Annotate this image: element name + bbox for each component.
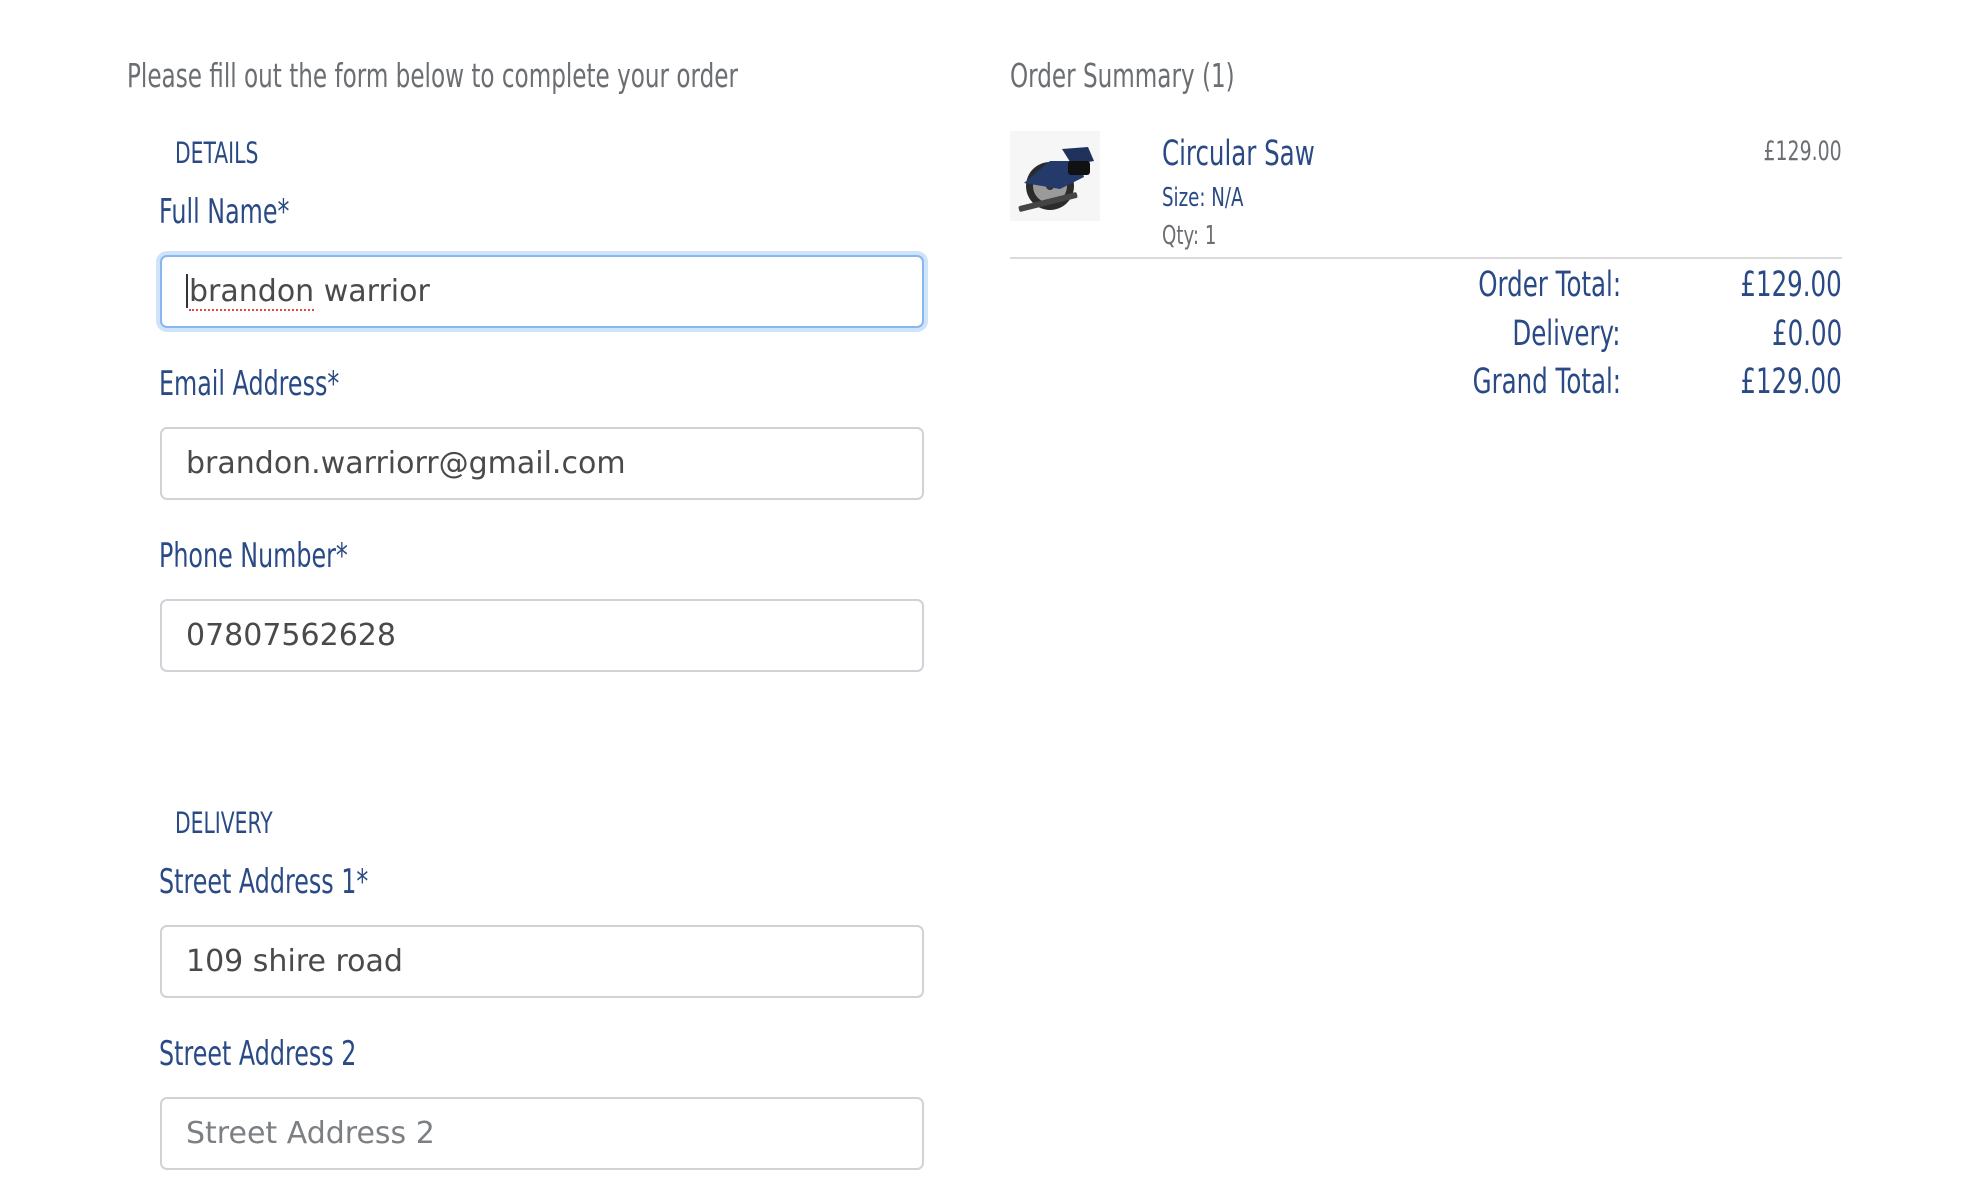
full-name-input[interactable]: brandon warrior — [160, 255, 924, 328]
circular-saw-image[interactable] — [1010, 131, 1100, 221]
street1-value: 109 shire road — [186, 944, 403, 979]
spellcheck-word: brandon — [189, 274, 315, 311]
form-intro-text: Please fill out the form below to comple… — [127, 56, 738, 95]
item-qty: Qty: 1 — [1162, 221, 1217, 251]
phone-input[interactable]: 07807562628 — [160, 599, 924, 672]
item-name[interactable]: Circular Saw — [1162, 134, 1315, 174]
phone-label: Phone Number* — [159, 536, 348, 576]
delivery-section-title: DELIVERY — [175, 806, 273, 840]
email-value: brandon.warriorr@gmail.com — [186, 446, 626, 481]
order-total-label: Order Total: — [1478, 265, 1621, 305]
street2-input[interactable]: Street Address 2 — [160, 1097, 924, 1170]
street2-label: Street Address 2 — [159, 1034, 357, 1074]
street1-input[interactable]: 109 shire road — [160, 925, 924, 998]
grand-total-label: Grand Total: — [1472, 362, 1621, 402]
full-name-label: Full Name* — [159, 192, 290, 232]
item-size: Size: N/A — [1162, 183, 1244, 213]
phone-value: 07807562628 — [186, 618, 396, 653]
email-label: Email Address* — [159, 364, 340, 404]
full-name-value-rest: warrior — [314, 274, 430, 309]
summary-divider — [1010, 257, 1842, 259]
delivery-value: £0.00 — [1771, 314, 1842, 354]
email-input[interactable]: brandon.warriorr@gmail.com — [160, 427, 924, 500]
delivery-label: Delivery: — [1512, 314, 1621, 354]
grand-total-value: £129.00 — [1740, 362, 1842, 402]
street1-label: Street Address 1* — [159, 862, 369, 902]
item-price: £129.00 — [1763, 136, 1842, 167]
order-total-value: £129.00 — [1740, 265, 1842, 305]
order-summary-title: Order Summary (1) — [1010, 56, 1235, 95]
text-caret — [186, 273, 188, 308]
circular-saw-icon — [1018, 147, 1094, 212]
street2-placeholder: Street Address 2 — [186, 1116, 435, 1151]
details-section-title: DETAILS — [175, 136, 259, 170]
